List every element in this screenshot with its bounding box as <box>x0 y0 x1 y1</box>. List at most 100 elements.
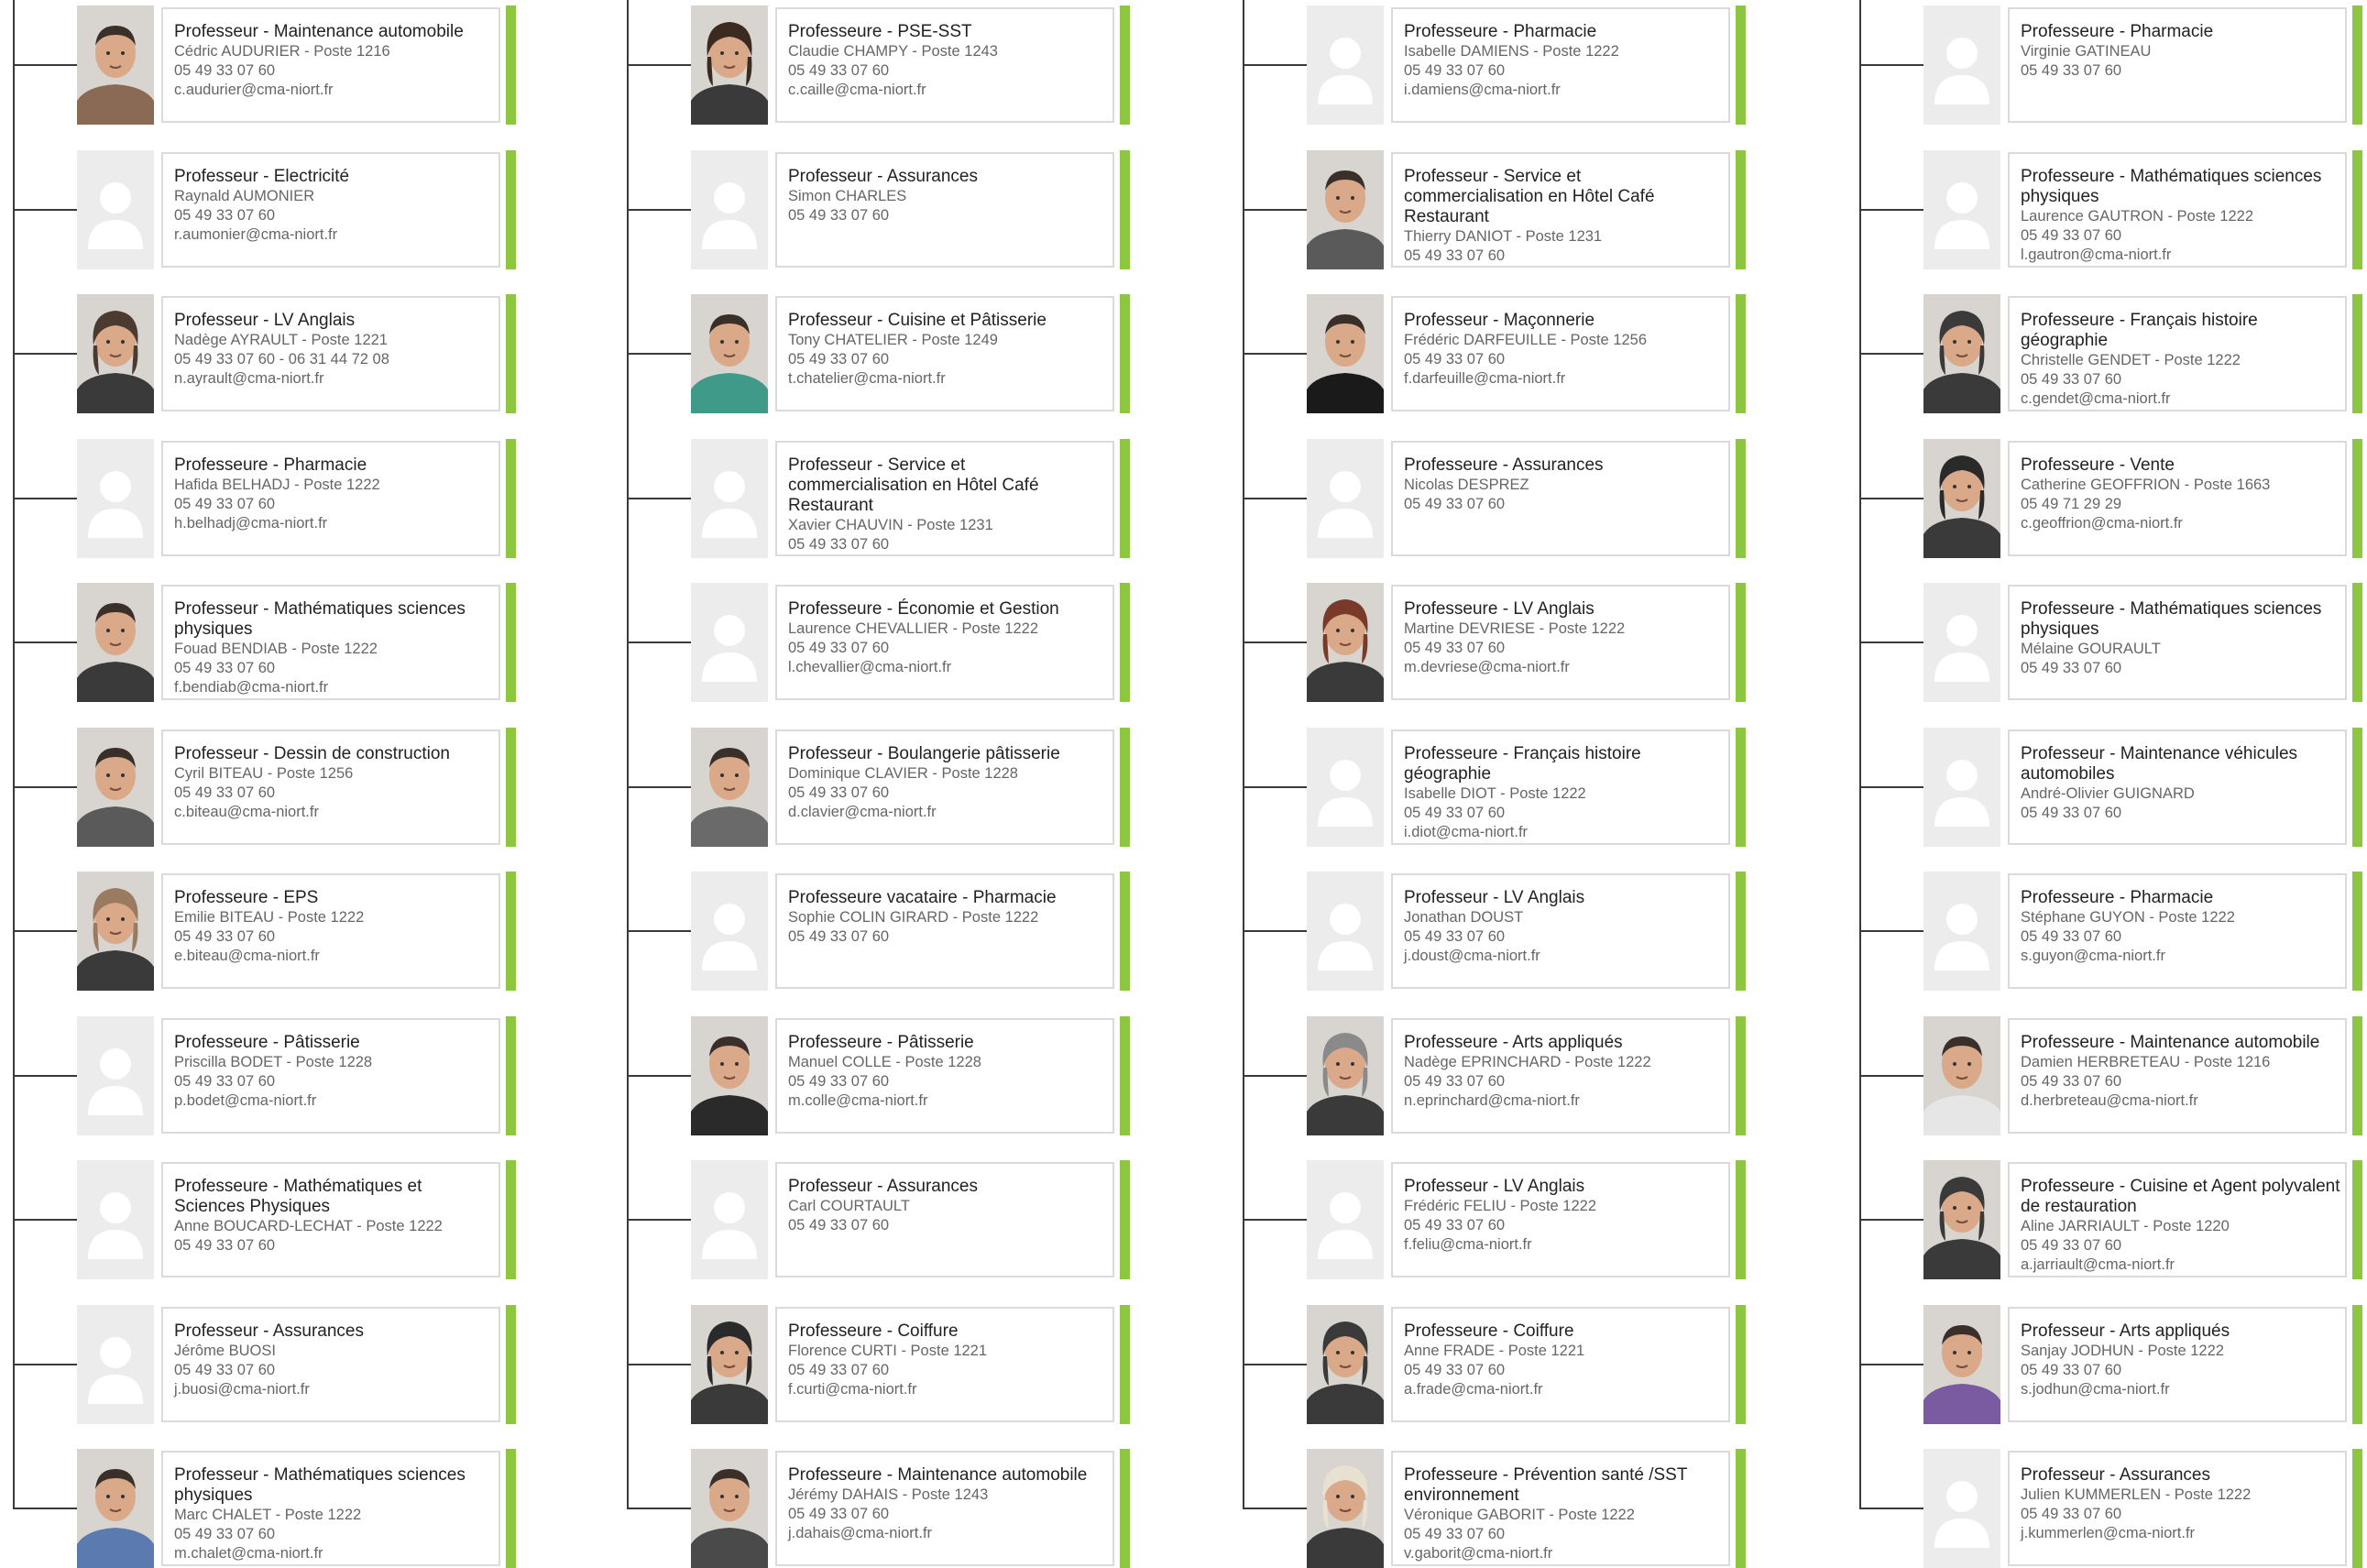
staff-email[interactable]: s.jodhun@cma-niort.fr <box>2021 1380 2341 1399</box>
staff-card: Professeure - Pharmacie Isabelle DAMIENS … <box>1391 7 1730 123</box>
staff-email[interactable]: d.herbreteau@cma-niort.fr <box>2021 1091 2341 1111</box>
staff-role-title: Professeur - Electricité <box>174 167 350 186</box>
staff-role-title: Professeure - Vente <box>2021 455 2175 475</box>
staff-email[interactable]: c.gendet@cma-niort.fr <box>2021 389 2341 409</box>
accent-bar <box>506 1160 516 1279</box>
staff-phone: 05 49 33 07 60 <box>174 62 276 79</box>
staff-card: Professeure - Coiffure Anne FRADE - Poste… <box>1391 1307 1730 1422</box>
org-connector-branch <box>627 1508 691 1509</box>
staff-name: Stéphane GUYON - Poste 1222 <box>2021 909 2235 926</box>
staff-email[interactable]: p.bodet@cma-niort.fr <box>174 1091 495 1111</box>
staff-email[interactable]: c.geoffrion@cma-niort.fr <box>2021 514 2341 533</box>
org-connector-branch <box>13 1075 77 1077</box>
org-connector-branch <box>1243 930 1307 932</box>
staff-card: Professeure - LV Anglais Martine DEVRIESE… <box>1391 585 1730 700</box>
staff-email[interactable]: l.chevallier@cma-niort.fr <box>788 658 1109 677</box>
org-connector-branch <box>627 353 691 355</box>
org-connector-branch <box>1859 930 1923 932</box>
staff-name: Sophie COLIN GIRARD - Poste 1222 <box>788 909 1039 926</box>
staff-phone: 05 49 33 07 60 <box>174 496 276 512</box>
staff-role-title: Professeure - Pharmacie <box>174 455 367 475</box>
staff-email[interactable]: h.belhadj@cma-niort.fr <box>174 514 495 533</box>
staff-email[interactable]: m.chalet@cma-niort.fr <box>174 1544 495 1563</box>
staff-photo <box>691 1449 768 1568</box>
org-connector-branch <box>1243 1364 1307 1365</box>
staff-name: Thierry DANIOT - Poste 1231 <box>1404 228 1603 245</box>
staff-name: Nadège EPRINCHARD - Poste 1222 <box>1404 1054 1651 1070</box>
staff-role-title: Professeur - Service et commercialisatio… <box>1404 167 1655 226</box>
staff-photo <box>1923 1016 2000 1135</box>
staff-name: Anne FRADE - Poste 1221 <box>1404 1343 1585 1359</box>
org-connector-trunk <box>1859 0 1861 1508</box>
staff-phone: 05 49 33 07 60 <box>788 928 890 945</box>
staff-name: Catherine GEOFFRION - Poste 1663 <box>2021 477 2271 493</box>
staff-name: Raynald AUMONIER <box>174 188 315 204</box>
staff-email[interactable]: r.aumonier@cma-niort.fr <box>174 225 495 245</box>
staff-photo <box>77 294 154 413</box>
staff-role-title: Professeure - Pharmacie <box>2021 888 2214 907</box>
staff-phone: 05 49 33 07 60 <box>2021 805 2122 821</box>
staff-card: Professeur - Assurances Julien KUMMERLEN … <box>2008 1451 2347 1566</box>
staff-photo <box>77 5 154 125</box>
staff-email[interactable]: j.kummerlen@cma-niort.fr <box>2021 1524 2341 1543</box>
staff-email[interactable]: n.eprinchard@cma-niort.fr <box>1404 1091 1725 1111</box>
staff-email[interactable]: e.biteau@cma-niort.fr <box>174 947 495 966</box>
staff-email[interactable]: i.damiens@cma-niort.fr <box>1404 81 1725 100</box>
staff-email[interactable]: l.gautron@cma-niort.fr <box>2021 246 2341 265</box>
staff-card: Professeur - Service et commercialisatio… <box>775 441 1114 556</box>
staff-email[interactable]: d.clavier@cma-niort.fr <box>788 803 1109 822</box>
staff-email[interactable]: f.bendiab@cma-niort.fr <box>174 678 495 697</box>
staff-phone: 05 49 33 07 60 <box>174 1237 276 1254</box>
staff-email[interactable]: a.jarriault@cma-niort.fr <box>2021 1255 2341 1275</box>
staff-email[interactable]: f.darfeuille@cma-niort.fr <box>1404 369 1725 389</box>
staff-email[interactable]: m.devriese@cma-niort.fr <box>1404 658 1725 677</box>
staff-email[interactable]: f.curti@cma-niort.fr <box>788 1380 1109 1399</box>
staff-email[interactable]: a.frade@cma-niort.fr <box>1404 1380 1725 1399</box>
staff-email[interactable]: m.colle@cma-niort.fr <box>788 1091 1109 1111</box>
staff-name: Marc CHALET - Poste 1222 <box>174 1507 362 1523</box>
staff-email[interactable]: s.guyon@cma-niort.fr <box>2021 947 2341 966</box>
staff-card: Professeure - Mathématiques et Sciences … <box>161 1162 500 1277</box>
staff-phone: 05 49 33 07 60 <box>174 207 276 224</box>
org-connector-branch <box>1859 1508 1923 1509</box>
staff-email[interactable]: j.doust@cma-niort.fr <box>1404 947 1725 966</box>
staff-photo <box>691 5 768 125</box>
staff-card: Professeur - Maintenance automobile Cédri… <box>161 7 500 123</box>
org-connector-branch <box>1859 1219 1923 1221</box>
staff-email[interactable]: f.feliu@cma-niort.fr <box>1404 1235 1725 1255</box>
staff-card: Professeure vacataire - Pharmacie Sophie … <box>775 873 1114 989</box>
org-connector-branch <box>13 209 77 211</box>
org-connector-branch <box>1859 209 1923 211</box>
staff-role-title: Professeur - Assurances <box>788 167 978 186</box>
staff-email[interactable]: v.gaborit@cma-niort.fr <box>1404 1544 1725 1563</box>
staff-email[interactable]: j.dahais@cma-niort.fr <box>788 1524 1109 1543</box>
org-connector-branch <box>1243 498 1307 499</box>
staff-email[interactable]: c.audurier@cma-niort.fr <box>174 81 495 100</box>
staff-name: Tony CHATELIER - Poste 1249 <box>788 332 998 348</box>
staff-photo <box>691 294 768 413</box>
staff-email[interactable]: c.caille@cma-niort.fr <box>788 81 1109 100</box>
staff-card: Professeure - Pharmacie Stéphane GUYON - … <box>2008 873 2347 989</box>
placeholder-avatar-icon <box>77 1160 154 1279</box>
staff-role-title: Professeur - Maintenance automobile <box>174 22 464 41</box>
staff-email[interactable]: t.daniot@cma-niort.fr <box>1404 266 1725 268</box>
staff-role-title: Professeure - Pâtisserie <box>174 1033 360 1052</box>
staff-email[interactable]: x.chauvin@cma-niort.fr <box>788 554 1109 556</box>
staff-card: Professeure - Français histoire géograph… <box>2008 296 2347 411</box>
staff-photo <box>1923 294 2000 413</box>
staff-role-title: Professeure - Pâtisserie <box>788 1033 974 1052</box>
org-connector-trunk <box>627 0 629 1508</box>
staff-name: Florence CURTI - Poste 1221 <box>788 1343 988 1359</box>
staff-role-title: Professeur - Assurances <box>174 1321 364 1341</box>
placeholder-avatar-icon <box>77 1305 154 1424</box>
org-connector-branch <box>13 930 77 932</box>
staff-email[interactable]: t.chatelier@cma-niort.fr <box>788 369 1109 389</box>
staff-email[interactable]: n.ayrault@cma-niort.fr <box>174 369 495 389</box>
org-connector-branch <box>627 209 691 211</box>
staff-email[interactable]: c.biteau@cma-niort.fr <box>174 803 495 822</box>
staff-phone: 05 49 33 07 60 <box>174 660 276 676</box>
staff-name: Jérémy DAHAIS - Poste 1243 <box>788 1486 989 1503</box>
org-connector-branch <box>1243 1508 1307 1509</box>
staff-email[interactable]: i.diot@cma-niort.fr <box>1404 823 1725 842</box>
staff-email[interactable]: j.buosi@cma-niort.fr <box>174 1380 495 1399</box>
